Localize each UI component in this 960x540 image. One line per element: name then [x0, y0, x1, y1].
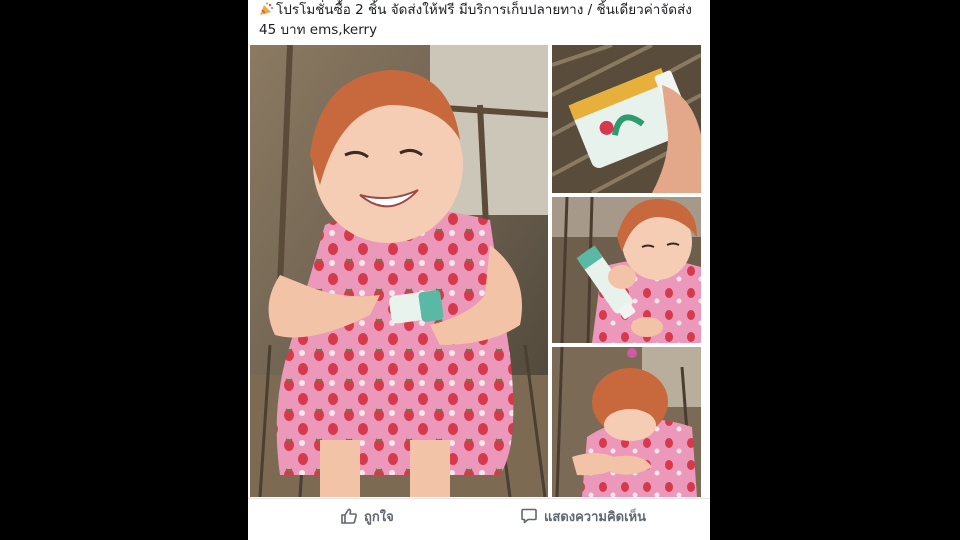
party-popper-icon [260, 2, 273, 15]
photo-side3-image [552, 347, 701, 497]
like-button[interactable]: ถูกใจ [340, 505, 394, 527]
facebook-post: โปรโมชั่นซื้อ 2 ชิ้น จัดส่งให้ฟรี มีบริก… [248, 0, 710, 540]
post-text-line-1-content: โปรโมชั่นซื้อ 2 ชิ้น จัดส่งให้ฟรี มีบริก… [276, 2, 692, 18]
post-text: โปรโมชั่นซื้อ 2 ชิ้น จัดส่งให้ฟรี มีบริก… [259, 0, 704, 40]
comment-label: แสดงความคิดเห็น [544, 509, 647, 525]
post-text-line-1: โปรโมชั่นซื้อ 2 ชิ้น จัดส่งให้ฟรี มีบริก… [259, 0, 704, 20]
photo-child-rubbing-cream[interactable] [552, 347, 701, 497]
photo-side1-image [552, 45, 701, 193]
photo-main-image [250, 45, 548, 497]
photo-child-applying-cream[interactable] [250, 45, 548, 497]
comment-button[interactable]: แสดงความคิดเห็น [520, 505, 646, 527]
photo-product-tube[interactable] [552, 45, 701, 193]
photo-grid [248, 45, 710, 497]
post-actions-bar: ถูกใจ แสดงความคิดเห็น [248, 498, 710, 533]
photo-child-holding-tube[interactable] [552, 197, 701, 343]
thumbs-up-icon [341, 508, 357, 524]
photo-side2-image [552, 197, 701, 343]
post-text-line-2: 45 บาท ems,kerry [259, 22, 378, 38]
like-label: ถูกใจ [364, 509, 394, 525]
comment-icon [521, 508, 537, 524]
